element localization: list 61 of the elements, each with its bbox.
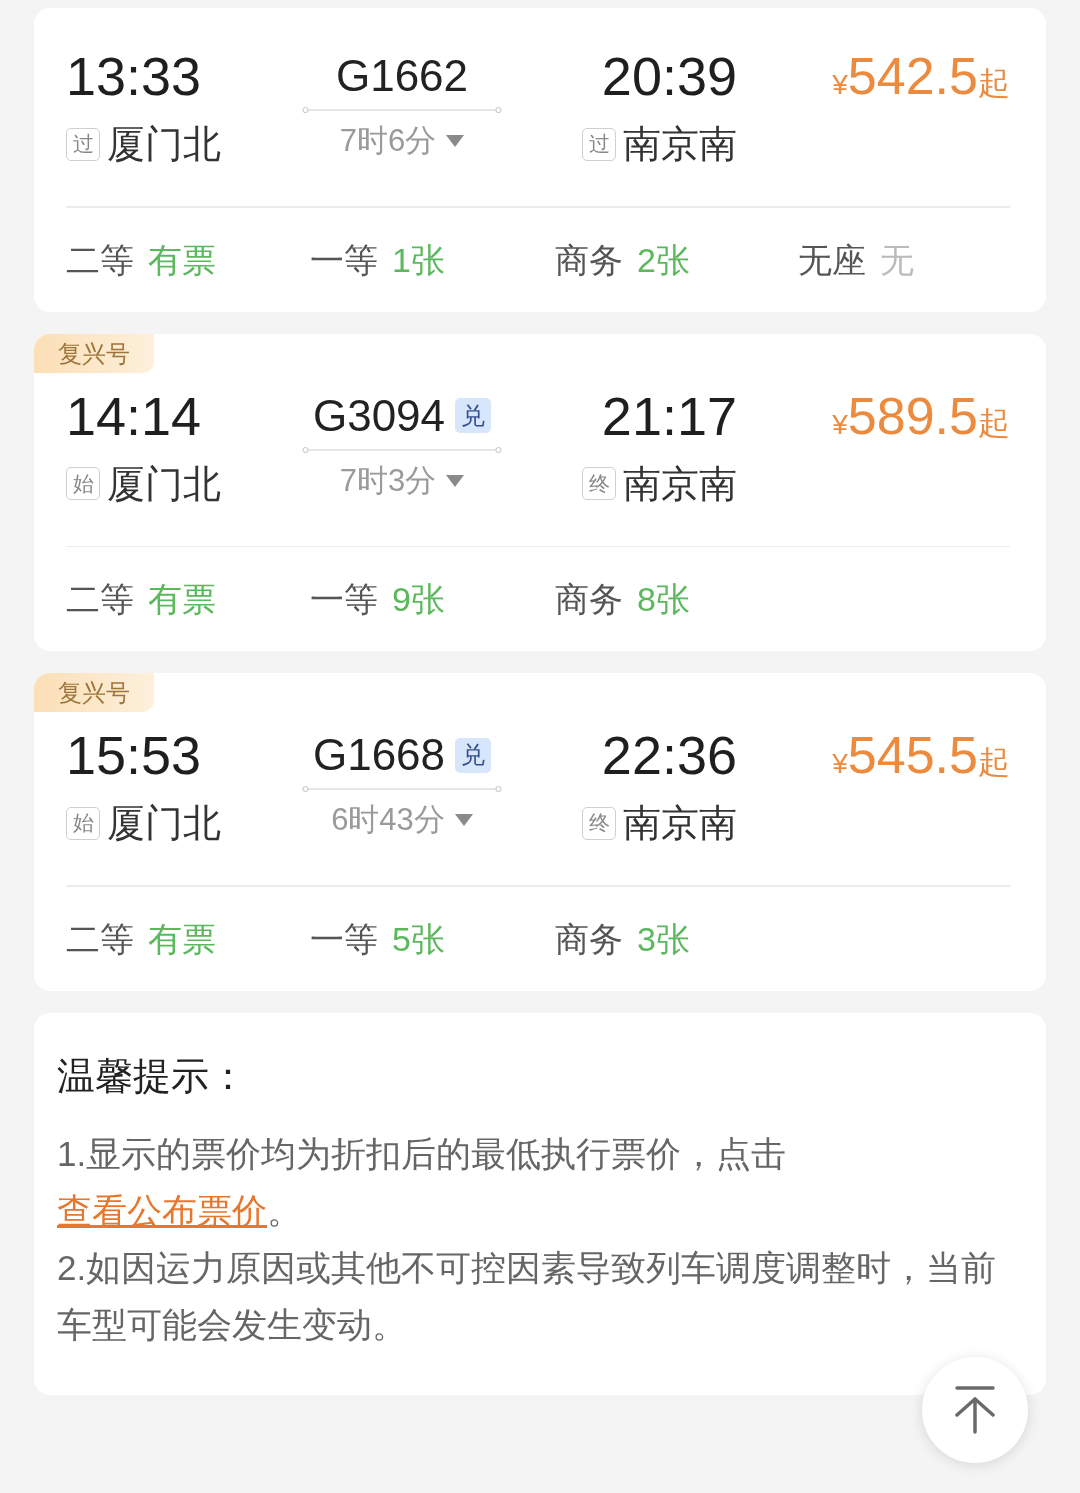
seat-class-label: 二等 — [66, 239, 134, 281]
notice-title: 温馨提示： — [57, 1053, 248, 1099]
seat-class-label: 商务 — [555, 239, 623, 281]
station-name: 厦门北 — [107, 803, 221, 843]
train-card[interactable]: 13:33 过 厦门北 G1662 7时6分 20:39 过 南京南 ¥542.5起 二等 有票 一等 1张 商务 2张 无座 无 — [34, 8, 1046, 312]
seat-availability: 有票 — [148, 239, 216, 281]
station-name: 南京南 — [623, 124, 737, 164]
seat-availability: 有票 — [148, 579, 216, 620]
train-number: G1668 — [312, 730, 446, 780]
seat-availability: 有票 — [148, 918, 216, 960]
fare-link[interactable]: 查看公布票价 — [57, 1190, 267, 1230]
departure-time: 14:14 — [66, 385, 202, 446]
duration-toggle[interactable]: 7时6分 — [339, 123, 465, 159]
seat-availability: 5张 — [392, 918, 445, 960]
station-tag: 过 — [66, 127, 100, 161]
arrival-time: 22:36 — [601, 725, 737, 785]
seat-class-label: 一等 — [310, 239, 378, 281]
train-type-badge: 复兴号 — [34, 673, 154, 712]
seat-class-label: 无座 — [798, 239, 866, 281]
caret-icon — [446, 135, 465, 147]
seat-availability: 8张 — [637, 579, 690, 620]
redeem-tag: 兑 — [455, 398, 492, 433]
price-text: ¥545.5起 — [832, 725, 1010, 785]
notice-text: 1.显示的票价均为折扣后的最低执行票价，点击 查看公布票价。 — [57, 1132, 788, 1232]
duration-toggle[interactable]: 6时43分 — [331, 802, 473, 838]
station-name: 厦门北 — [107, 463, 221, 504]
station-name: 南京南 — [623, 463, 737, 504]
seat-class-label: 商务 — [555, 918, 623, 960]
departure-time: 13:33 — [66, 46, 202, 106]
seat-availability: 9张 — [392, 579, 445, 620]
train-number: G1662 — [335, 51, 469, 101]
redeem-tag: 兑 — [455, 737, 492, 773]
seat-availability: 无 — [880, 239, 914, 281]
train-number: G3094 — [312, 390, 446, 441]
station-name: 南京南 — [623, 803, 737, 843]
seat-availability: 3张 — [637, 918, 690, 960]
price-text: ¥542.5起 — [832, 46, 1010, 106]
notice-text: 2.如因运力原因或其他不可控因素导致列车调度调整时，当前车型可能会发生变动。 — [57, 1246, 998, 1346]
arrival-time: 21:17 — [601, 385, 737, 446]
caret-icon — [454, 814, 473, 826]
train-card[interactable]: 复兴号 15:53 始 厦门北 G1668 兑 6时43分 22:36 终 南京南 ¥545.5起 二等 有票 一等 5张 商务 3张 — [34, 673, 1046, 991]
seat-availability: 2张 — [637, 239, 690, 281]
seat-class-label: 一等 — [310, 918, 378, 960]
departure-time: 15:53 — [66, 725, 202, 785]
station-tag: 始 — [66, 467, 100, 500]
station-tag: 终 — [582, 467, 616, 500]
seat-class-label: 一等 — [310, 579, 378, 620]
train-type-badge: 复兴号 — [34, 333, 154, 373]
price-text: ¥589.5起 — [832, 385, 1010, 446]
station-tag: 过 — [582, 127, 616, 161]
caret-icon — [446, 474, 465, 487]
train-card[interactable]: 复兴号 14:14 始 厦门北 G3094 兑 7时3分 21:17 终 南京南 ¥589.5起 二等 有票 一等 9张 商务 8张 — [34, 333, 1046, 651]
seat-availability: 1张 — [392, 239, 445, 281]
seat-class-label: 二等 — [66, 579, 134, 620]
station-tag: 终 — [582, 806, 616, 840]
seat-class-label: 商务 — [555, 579, 623, 620]
arrival-time: 20:39 — [601, 46, 737, 106]
station-name: 厦门北 — [107, 124, 221, 164]
duration-toggle[interactable]: 7时3分 — [339, 462, 465, 499]
station-tag: 始 — [66, 806, 100, 840]
seat-class-label: 二等 — [66, 918, 134, 960]
